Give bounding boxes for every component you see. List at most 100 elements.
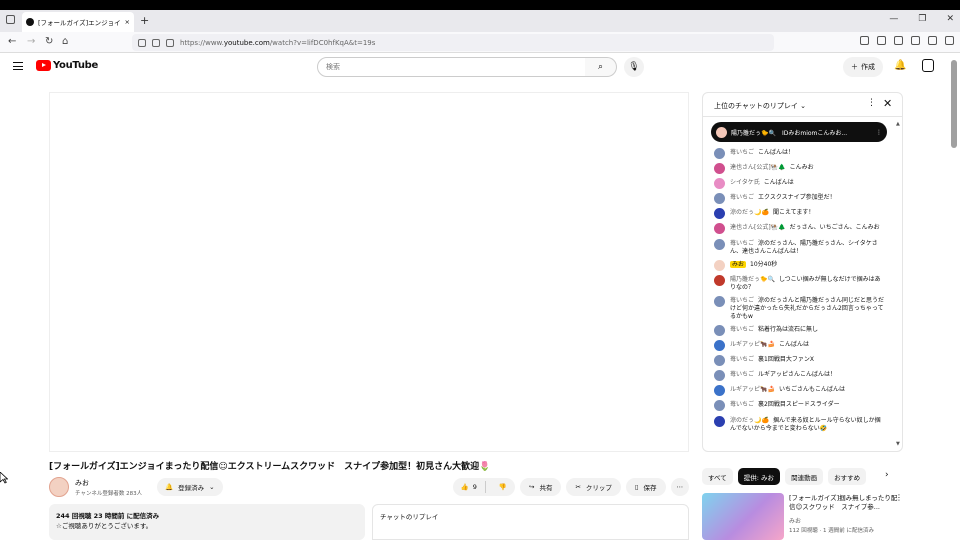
chat-author-avatar[interactable] <box>714 324 725 336</box>
chat-author-avatar[interactable] <box>714 295 725 307</box>
chat-author-avatar[interactable] <box>714 208 725 220</box>
chat-author-avatar[interactable] <box>714 400 725 412</box>
extensions-icon[interactable] <box>928 36 937 45</box>
chat-message[interactable]: 達也さん[公式]🐏🌲 こんみお <box>714 163 886 175</box>
chat-author-name[interactable]: 苺いちご <box>730 401 754 408</box>
chat-message[interactable]: 涼のだぅ🌙🍊 聞こえてます！ <box>714 208 886 220</box>
chat-author-name[interactable]: 達也さん[公式]🐏🌲 <box>730 224 786 231</box>
chat-options-icon[interactable]: ⋮ <box>867 98 876 108</box>
filter-chip[interactable]: 提供: みお <box>737 468 781 485</box>
forward-arrow-icon[interactable]: → <box>27 36 35 47</box>
chat-author-avatar[interactable] <box>714 355 725 367</box>
chat-author-name[interactable]: 苺いちご <box>730 194 754 201</box>
notifications-bell-icon[interactable]: 🔔 <box>894 60 906 71</box>
account-switch-icon[interactable] <box>922 59 934 72</box>
filter-chip[interactable]: おすすめ <box>828 468 867 485</box>
chat-author-avatar[interactable] <box>714 178 725 190</box>
recommended-channel[interactable]: みお <box>789 516 801 525</box>
chat-author-avatar[interactable] <box>714 370 725 382</box>
lock-icon[interactable] <box>152 38 160 47</box>
chat-author-avatar[interactable] <box>714 385 725 397</box>
minimize-icon[interactable]: — <box>889 14 898 24</box>
chat-message[interactable]: 苺いちご ルギアッピさんこんばんは！ <box>714 370 886 382</box>
chat-message[interactable]: 苺いちご 粘着行為は流石に無し <box>714 324 886 336</box>
chat-author-avatar[interactable] <box>714 148 725 159</box>
library-icon[interactable] <box>877 36 886 45</box>
chat-author-name[interactable]: 涼のだぅ🌙🍊 <box>730 209 769 216</box>
scrollbar-thumb[interactable] <box>951 60 957 148</box>
dislike-button[interactable]: 👎 <box>491 483 515 491</box>
chat-author-name[interactable]: 達也さん[公式]🐏🌲 <box>730 164 786 171</box>
chat-message[interactable]: 達也さん[公式]🐏🌲 だぅさん、いちごさん、こんみお <box>714 223 886 235</box>
pocket-icon[interactable] <box>860 36 869 45</box>
reload-icon[interactable]: ↻ <box>45 36 53 47</box>
shield-icon[interactable] <box>138 38 146 47</box>
chat-author-avatar[interactable] <box>714 274 725 286</box>
filter-chip[interactable]: すべて <box>702 468 733 485</box>
browser-tab[interactable]: [フォールガイズ]エンジョイまったり配信 × <box>22 12 134 32</box>
chat-author-name[interactable]: 陽乃雛だぅ🐤🔍 <box>730 276 775 283</box>
chat-message[interactable]: 苺いちご こんばんは！ <box>714 148 886 159</box>
more-actions-button[interactable]: ⋯ <box>670 478 689 496</box>
pinned-message[interactable]: 陽乃雛だぅ🐤🔍 IDみおmiomこんみお... ⋮ <box>711 122 887 142</box>
youtube-logo[interactable]: YouTube <box>36 60 98 71</box>
chat-message[interactable]: 苺いちご 涼のだぅさん、陽乃雛だぅさん、シイタケさん、達也さんこんばんは！ <box>714 238 886 256</box>
pinned-options-icon[interactable]: ⋮ <box>876 129 882 136</box>
description-box[interactable]: 244 回視聴 23 時間前 に配信済み ☆ご視聴ありがとうございます。 <box>49 504 365 540</box>
chat-author-avatar[interactable] <box>714 163 725 175</box>
scroll-up-icon[interactable]: ▲ <box>896 121 900 127</box>
address-bar[interactable]: https://www.youtube.com/watch?v=lifDC0hf… <box>132 34 774 51</box>
chat-author-name[interactable]: 苺いちご <box>730 297 754 304</box>
chat-message[interactable]: 苺いちご 裏2回戦目スピードスライダー <box>714 400 886 412</box>
chat-message[interactable]: ルギアッピ🐂🍰 こんばんは <box>714 340 886 352</box>
chat-author-avatar[interactable] <box>714 238 725 250</box>
search-button[interactable]: ⌕ <box>585 57 617 77</box>
chat-author-name[interactable]: シイタケ氏 <box>730 179 760 186</box>
recommended-thumbnail[interactable] <box>702 493 784 540</box>
chat-author-name[interactable]: 苺いちご <box>730 371 754 378</box>
chat-author-name[interactable]: 苺いちご <box>730 326 754 333</box>
chat-author-avatar[interactable] <box>714 259 725 271</box>
chat-message[interactable]: みお 10分40秒 <box>714 259 886 271</box>
sidebar-icon[interactable] <box>894 36 903 45</box>
save-button[interactable]: ▯ 保存 <box>625 478 666 496</box>
chat-message[interactable]: 苺いちご 裏1回戦目大ファンX <box>714 355 886 367</box>
filter-chip[interactable]: 関連動画 <box>785 468 824 485</box>
chat-message[interactable]: 涼のだぅ🌙🍊 掴んで来る奴とルール守らない奴しか掴んでないから今までと変わらない🤣 <box>714 415 886 433</box>
chat-close-icon[interactable]: ✕ <box>883 97 892 110</box>
chat-author-name[interactable]: 苺いちご <box>730 149 754 156</box>
clip-button[interactable]: ✂ クリップ <box>566 478 621 496</box>
chat-message[interactable]: 苺いちご 涼のだぅさんと陽乃雛だぅさん同じだと思うだけど何か違かったら失礼だからだ… <box>714 295 886 321</box>
like-button[interactable]: 👍 9 <box>453 481 486 493</box>
chat-author-avatar[interactable] <box>714 193 725 205</box>
new-tab-button[interactable]: + <box>140 14 149 27</box>
channel-name[interactable]: みお <box>75 478 89 488</box>
account-icon[interactable] <box>911 36 920 45</box>
voice-search-button[interactable]: 🎙 <box>624 57 644 77</box>
create-button[interactable]: ＋作成 <box>843 57 883 77</box>
chat-author-name[interactable]: 涼のだぅ🌙🍊 <box>730 417 769 424</box>
menu-icon[interactable] <box>945 36 954 45</box>
scroll-down-icon[interactable]: ▼ <box>896 441 900 447</box>
recommended-title[interactable]: [フォールガイズ]掴み無しまったり配信☺スクワッド スナイプ参... <box>789 494 899 511</box>
window-close-icon[interactable]: ✕ <box>946 14 954 24</box>
tab-close-icon[interactable]: × <box>125 18 130 26</box>
search-input[interactable]: 検索 <box>317 57 586 77</box>
chat-author-name[interactable]: みお <box>730 260 747 268</box>
recommended-video[interactable]: [フォールガイズ]掴み無しまったり配信☺スクワッド スナイプ参... みお 11… <box>702 493 904 540</box>
chat-author-name[interactable]: ルギアッピ🐂🍰 <box>730 341 775 348</box>
home-icon[interactable]: ⌂ <box>62 36 68 47</box>
chat-author-avatar[interactable] <box>714 223 725 235</box>
video-player[interactable] <box>49 92 689 452</box>
chat-message[interactable]: ルギアッピ🐂🍰 いちごさんもこんばんは <box>714 385 886 397</box>
tab-list-icon[interactable] <box>6 15 15 24</box>
chat-author-name[interactable]: 苺いちご <box>730 356 754 363</box>
chat-scrollbar[interactable]: ▲ ▼ <box>896 121 900 447</box>
chat-author-name[interactable]: ルギアッピ🐂🍰 <box>730 386 775 393</box>
chat-author-avatar[interactable] <box>714 340 725 352</box>
chat-author-name[interactable]: 苺いちご <box>730 240 754 247</box>
page-scrollbar[interactable] <box>951 60 957 540</box>
chat-author-avatar[interactable] <box>714 415 725 427</box>
hamburger-menu-icon[interactable] <box>13 62 23 70</box>
chat-message[interactable]: 陽乃雛だぅ🐤🔍 しつこい掴みが無しなだけで掴みはありなの？ <box>714 274 886 292</box>
